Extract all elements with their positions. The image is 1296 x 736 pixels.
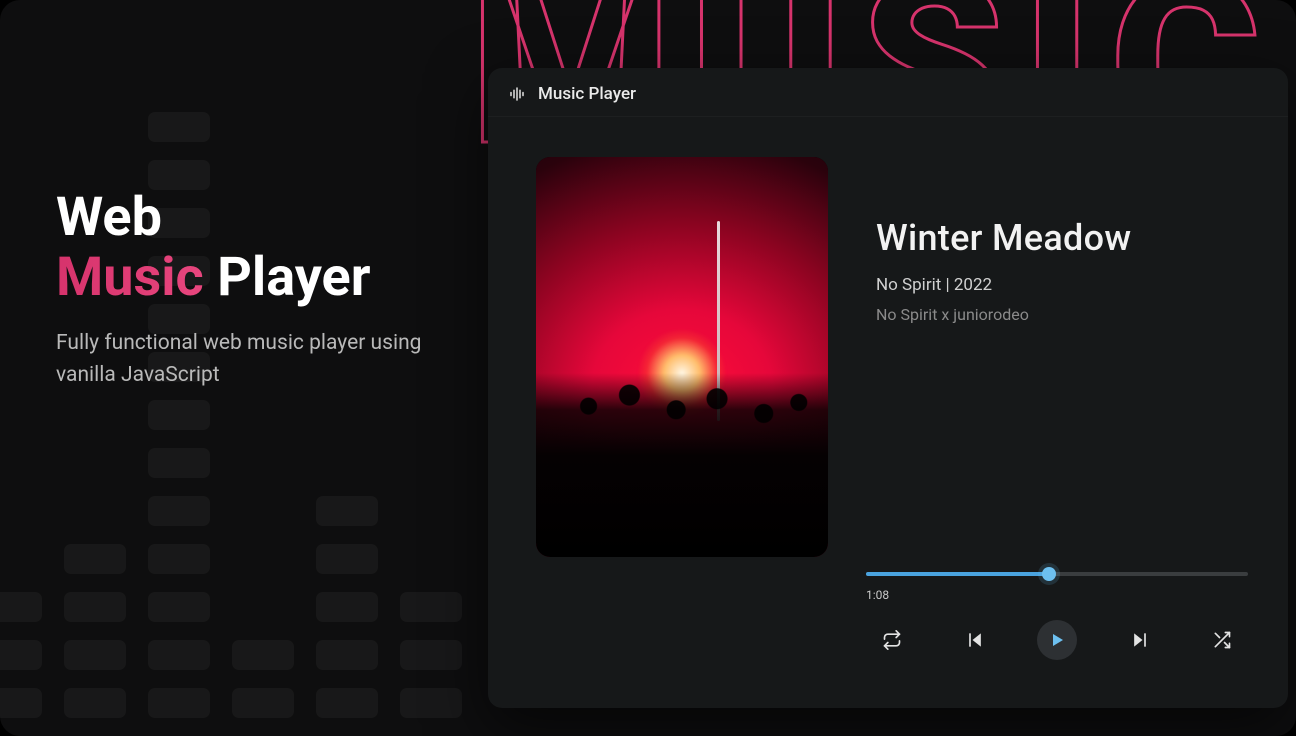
progress-fill — [866, 572, 1049, 576]
hero-block: Web Music Player Fully functional web mu… — [56, 188, 476, 392]
track-info: Winter Meadow No Spirit | 2022 No Spirit… — [876, 157, 1131, 557]
next-button[interactable] — [1120, 620, 1160, 660]
repeat-button[interactable] — [872, 620, 912, 660]
hero-subtitle: Fully functional web music player using … — [56, 327, 476, 392]
track-artist: No Spirit — [876, 275, 941, 295]
track-credits: No Spirit x juniorodeo — [876, 305, 1131, 324]
hero-line2-rest: Player — [204, 246, 371, 309]
previous-button[interactable] — [955, 620, 995, 660]
player-controls: 1:08 — [866, 572, 1248, 660]
hero-title: Web Music Player — [56, 188, 476, 309]
skip-previous-icon — [965, 630, 985, 650]
album-cover[interactable] — [536, 157, 828, 557]
shuffle-icon — [1212, 630, 1232, 650]
current-time: 1:08 — [866, 588, 1248, 602]
shuffle-button[interactable] — [1202, 620, 1242, 660]
hero-accent: Music — [56, 246, 204, 309]
progress-thumb[interactable] — [1042, 567, 1056, 581]
player-header: Music Player — [488, 68, 1288, 117]
player-window: Music Player Winter Meadow No Spirit | 2… — [488, 68, 1288, 708]
play-icon — [1049, 632, 1065, 648]
track-meta: No Spirit | 2022 — [876, 275, 1131, 295]
progress-bar[interactable] — [866, 572, 1248, 576]
sound-wave-icon — [508, 85, 526, 103]
play-button[interactable] — [1037, 620, 1077, 660]
track-year: 2022 — [954, 275, 992, 295]
skip-next-icon — [1130, 630, 1150, 650]
track-title: Winter Meadow — [876, 217, 1131, 259]
repeat-icon — [882, 630, 902, 650]
hero-line1: Web — [56, 186, 162, 249]
player-header-title: Music Player — [538, 84, 636, 104]
